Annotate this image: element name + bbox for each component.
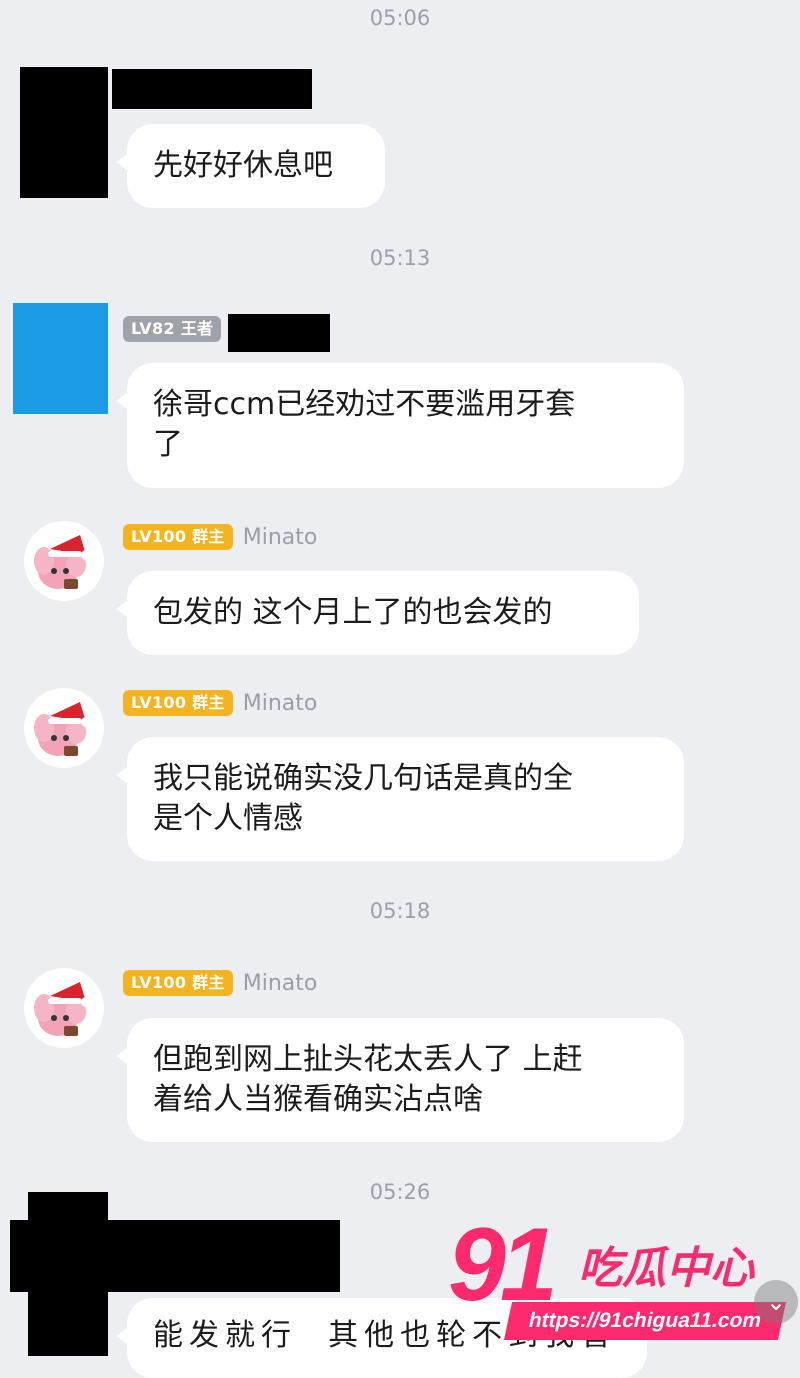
message-text: 先好好休息吧 bbox=[153, 148, 333, 183]
sender-meta: LV100 群主 Minato bbox=[123, 690, 317, 716]
redacted-sender-name bbox=[112, 69, 312, 109]
chevron-down-icon: ⌄ bbox=[765, 1288, 787, 1316]
avatar[interactable] bbox=[24, 521, 104, 601]
anime-girl-santa-hat-avatar-icon bbox=[24, 968, 104, 1048]
level-badge: LV100 群主 bbox=[123, 970, 233, 996]
avatar[interactable] bbox=[13, 303, 108, 414]
avatar[interactable] bbox=[24, 968, 104, 1048]
logo-title: 吃瓜中心 bbox=[578, 1243, 754, 1294]
sender-name[interactable]: Minato bbox=[243, 525, 318, 550]
message-bubble[interactable]: 但跑到网上扯头花太丢人了 上赶 着给人当猴看确实沾点啥 bbox=[116, 1018, 684, 1142]
redacted-sender-name bbox=[10, 1220, 340, 1292]
avatar[interactable] bbox=[24, 688, 104, 768]
timestamp: 05:26 bbox=[369, 1180, 431, 1204]
message-bubble[interactable]: 徐哥ccm已经劝过不要滥用牙套 了 bbox=[116, 363, 684, 488]
sender-name[interactable]: Minato bbox=[243, 691, 318, 716]
level-badge: LV100 群主 bbox=[123, 690, 233, 716]
anime-girl-santa-hat-avatar-icon bbox=[24, 521, 104, 601]
message-bubble[interactable]: 先好好休息吧 bbox=[116, 124, 385, 208]
timestamp: 05:13 bbox=[369, 246, 431, 270]
sender-meta: LV100 群主 Minato bbox=[123, 524, 317, 550]
message-text: 包发的 这个月上了的也会发的 bbox=[153, 595, 553, 630]
message-bubble[interactable]: 我只能说确实没几句话是真的全 是个人情感 bbox=[116, 737, 684, 861]
scroll-down-button[interactable]: ⌄ bbox=[754, 1280, 798, 1324]
message-text: 我只能说确实没几句话是真的全 是个人情感 bbox=[153, 761, 573, 836]
timestamp: 05:06 bbox=[369, 6, 431, 30]
sender-meta: LV100 群主 Minato bbox=[123, 970, 317, 996]
watermark-logo: 91 吃瓜中心 https://91chigua11.com bbox=[448, 1210, 800, 1356]
sender-name[interactable]: Minato bbox=[243, 971, 318, 996]
redacted-avatar bbox=[20, 67, 108, 198]
logo-url: https://91chigua11.com bbox=[503, 1302, 787, 1340]
message-bubble[interactable]: 包发的 这个月上了的也会发的 bbox=[116, 571, 639, 655]
level-badge: LV100 群主 bbox=[123, 524, 233, 550]
message-text: 但跑到网上扯头花太丢人了 上赶 着给人当猴看确实沾点啥 bbox=[153, 1042, 583, 1117]
timestamp: 05:18 bbox=[369, 899, 431, 923]
sender-meta: LV82 王者 bbox=[123, 316, 222, 342]
redacted-sender-name bbox=[228, 314, 330, 352]
message-text: 徐哥ccm已经劝过不要滥用牙套 了 bbox=[153, 387, 576, 462]
anime-girl-santa-hat-avatar-icon bbox=[24, 688, 104, 768]
level-badge: LV82 王者 bbox=[123, 316, 222, 342]
